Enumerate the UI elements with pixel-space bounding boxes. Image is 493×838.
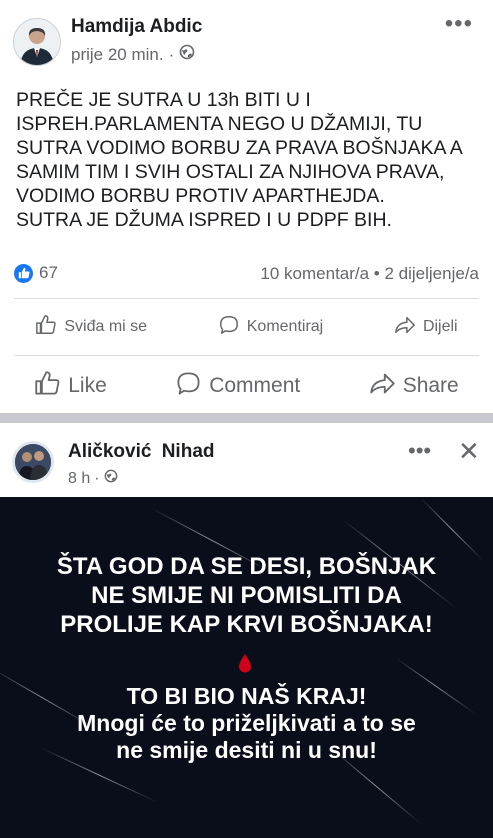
more-options-icon[interactable]: •••: [445, 10, 473, 38]
comment-button-local[interactable]: Komentiraj: [218, 314, 323, 341]
post-text: PREČE JE SUTRA U 13h BITI U I ISPREH.PAR…: [16, 88, 486, 232]
post-text-line: SUTRA JE DŽUMA ISPRED I U PDPF BIH.: [16, 209, 392, 231]
share-icon: [369, 370, 396, 403]
comment-icon: [218, 314, 240, 341]
post-time[interactable]: prije 20 min.: [71, 45, 164, 65]
like-button[interactable]: Like: [34, 370, 107, 403]
comment-icon: [175, 370, 202, 403]
comment-label: Comment: [209, 374, 301, 397]
like-button-local[interactable]: Sviđa mi se: [35, 314, 147, 341]
action-bar: Like Comment Share: [0, 366, 493, 406]
image-text-line: Mnogi će to priželjkivati a to se: [77, 710, 416, 736]
blood-drop-icon: [239, 654, 251, 673]
comments-shares-count[interactable]: 10 komentar/a • 2 dijeljenje/a: [260, 264, 479, 284]
image-text-line: NE SMIJE NI POMISLITI DA: [91, 582, 402, 609]
post-text-line: SAMIM TIM I SVIH OSTALI ZA NJIHOVA PRAVA…: [16, 161, 445, 183]
post-card: Aličković Nihad 8 h · ••• ✕ ŠTA GOD DA S…: [0, 423, 493, 838]
share-button[interactable]: Share: [369, 370, 459, 403]
like-icon: [34, 370, 61, 403]
post-meta: prije 20 min. ·: [71, 44, 195, 65]
more-options-icon[interactable]: •••: [408, 438, 431, 464]
image-text-line: ne smije desiti ni u snu!: [116, 737, 377, 763]
post-meta: 8 h ·: [68, 469, 118, 488]
post-text-line: SUTRA VODIMO BORBU ZA PRAVA BOŠNJAKA A: [16, 137, 463, 159]
post-text-line: PREČE JE SUTRA U 13h BITI U I: [16, 89, 311, 111]
divider: [14, 355, 479, 356]
meta-separator: ·: [168, 44, 175, 64]
post-card: Hamdija Abdic prije 20 min. · ••• PREČE …: [0, 0, 493, 413]
like-label: Like: [68, 374, 107, 397]
globe-icon: [104, 469, 118, 488]
post-text-line: VODIMO BORBU PROTIV APARTHEJDA.: [16, 185, 385, 207]
share-label: Share: [402, 374, 459, 397]
post-time[interactable]: 8 h: [68, 470, 90, 488]
image-text-line: ŠTA GOD DA SE DESI, BOŠNJAK: [56, 553, 437, 580]
share-label: Dijeli: [422, 318, 458, 335]
divider: [14, 298, 479, 299]
comment-label: Komentiraj: [246, 318, 324, 335]
author-avatar[interactable]: [13, 18, 61, 66]
reactions-summary[interactable]: 67: [14, 263, 58, 283]
close-icon[interactable]: ✕: [458, 436, 480, 467]
share-icon: [394, 314, 416, 341]
globe-icon: [179, 44, 195, 65]
post-image[interactable]: ŠTA GOD DA SE DESI, BOŠNJAK NE SMIJE NI …: [0, 497, 493, 838]
image-text-line: PROLIJE KAP KRVI BOŠNJAKA!: [60, 611, 433, 638]
share-button-local[interactable]: Dijeli: [394, 314, 458, 341]
image-text-title: TO BI BIO NAŠ KRAJ!: [126, 683, 367, 709]
comment-button[interactable]: Comment: [175, 370, 300, 403]
author-avatar[interactable]: [12, 441, 54, 483]
like-reaction-icon: [14, 263, 33, 283]
like-icon: [35, 314, 57, 341]
action-bar-local: Sviđa mi se Komentiraj Dijeli: [0, 310, 493, 344]
like-label: Sviđa mi se: [64, 318, 148, 335]
image-subtext: TO BI BIO NAŠ KRAJ! Mnogi će to priželjk…: [0, 683, 493, 764]
feed-separator: [0, 413, 493, 423]
meta-separator: ·: [94, 469, 100, 487]
post-text-line: ISPREH.PARLAMENTA NEGO U DŽAMIJI, TU: [16, 113, 423, 135]
author-name[interactable]: Hamdija Abdic: [71, 16, 202, 38]
reaction-count: 67: [39, 263, 58, 282]
image-headline: ŠTA GOD DA SE DESI, BOŠNJAK NE SMIJE NI …: [0, 552, 493, 639]
author-name[interactable]: Aličković Nihad: [68, 441, 215, 463]
